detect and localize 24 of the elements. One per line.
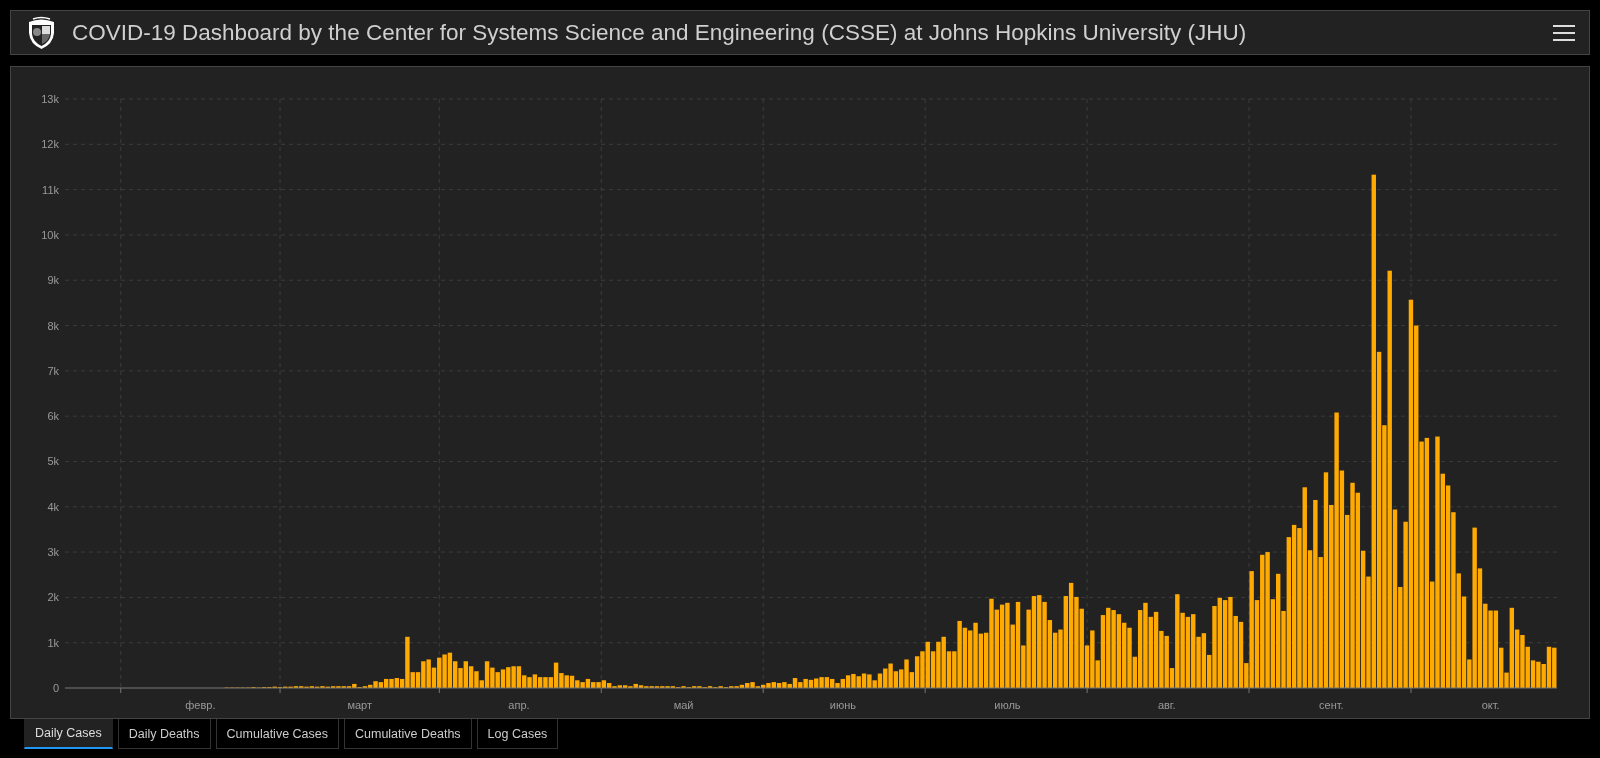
y-axis-label: 10k (41, 228, 59, 241)
dashboard-title: COVID-19 Dashboard by the Center for Systems Science and Engineering (CSSE) at Johns Hopkins University (JHU) (72, 19, 1248, 46)
y-axis-label: 0 (52, 682, 59, 694)
x-axis-label: сент. (1319, 699, 1344, 711)
x-axis-label: июнь (829, 699, 856, 711)
y-axis-label: 9k (47, 274, 59, 287)
y-axis-label: 7k (47, 364, 59, 377)
y-axis-label: 3k (47, 546, 59, 559)
y-axis-label: 4k (47, 500, 59, 513)
y-axis-label: 5k (47, 455, 59, 468)
y-axis-label: 2k (47, 591, 59, 604)
y-axis-label: 8k (47, 319, 59, 332)
x-axis-label: март (347, 699, 372, 711)
y-axis-label: 6k (47, 410, 59, 423)
y-axis-label: 11k (42, 183, 59, 196)
x-axis-label: февр. (185, 699, 216, 711)
x-axis-label: июль (994, 699, 1021, 711)
x-axis-label: авг. (1157, 699, 1176, 711)
x-axis-label: окт. (1481, 699, 1500, 711)
y-axis-label: 13k (41, 93, 59, 105)
y-axis-label: 12k (41, 138, 59, 151)
x-axis-label: апр. (508, 699, 530, 711)
x-axis-label: май (673, 699, 694, 711)
y-axis-label: 1k (47, 636, 59, 649)
